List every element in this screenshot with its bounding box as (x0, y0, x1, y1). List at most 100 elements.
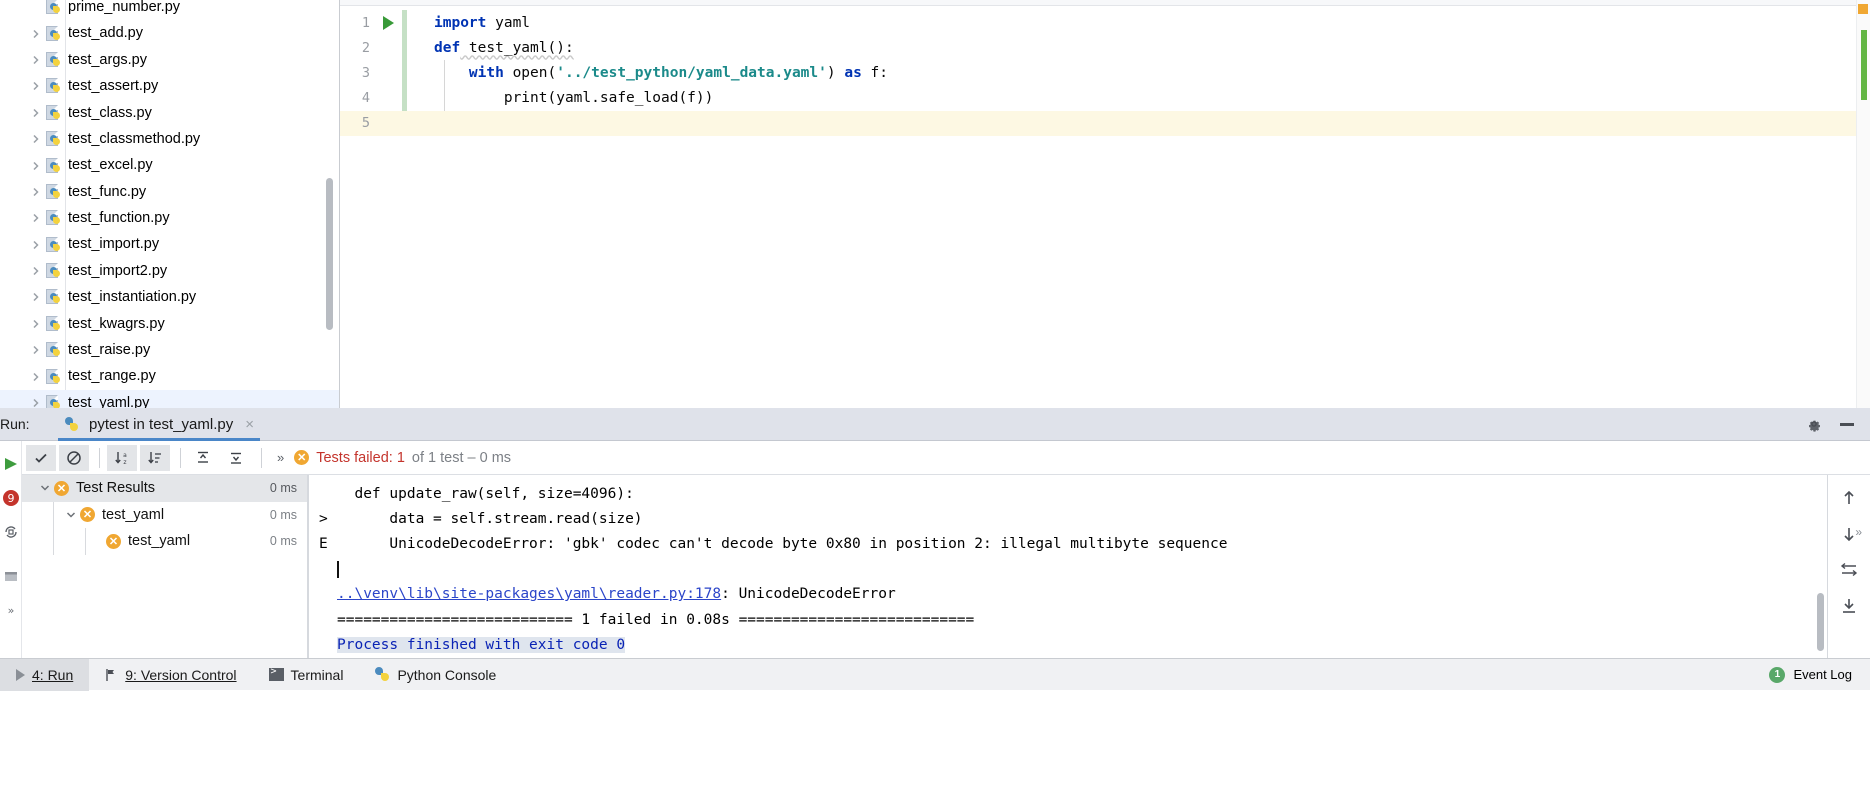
project-tree-scrollbar[interactable] (326, 178, 333, 330)
show-ignored-button[interactable] (59, 444, 89, 471)
status-bar: 4: Run 9: Version Control Terminal Pytho… (0, 658, 1870, 691)
tree-item-test_import-py[interactable]: test_import.py (0, 232, 339, 258)
tree-item-test_excel-py[interactable]: test_excel.py (0, 152, 339, 178)
expand-all-button[interactable] (188, 445, 218, 471)
toggle-auto-test-icon[interactable] (2, 523, 20, 541)
console-line: E UnicodeDecodeError: 'gbk' codec can't … (309, 531, 1827, 556)
chevron-right-icon[interactable] (28, 158, 44, 174)
tree-item-test_class-py[interactable]: test_class.py (0, 100, 339, 126)
rerun-failed-tests-icon[interactable]: 9 (2, 489, 20, 507)
fold-bar (402, 35, 428, 60)
rerun-icon[interactable] (2, 455, 20, 473)
collapse-all-button[interactable] (221, 445, 251, 471)
tree-item-test_add-py[interactable]: test_add.py (0, 20, 339, 46)
chevron-right-icon[interactable] (28, 184, 44, 200)
svg-text:z: z (123, 459, 126, 466)
tree-item-prime_number-py[interactable]: prime_number.py (0, 0, 339, 20)
chevron-right-icon[interactable] (28, 395, 44, 408)
chevron-right-icon[interactable] (28, 289, 44, 305)
project-tree-panel[interactable]: prime_number.py test_add.py test_args.py te… (0, 0, 340, 408)
run-configuration-tab[interactable]: pytest in test_yaml.py × (50, 408, 264, 441)
tree-item-test_yaml-py[interactable]: test_yaml.py (0, 389, 339, 408)
editor-marker-bar[interactable] (1856, 0, 1870, 408)
test-output-console[interactable]: def update_raw(self, size=4096): > data =… (308, 475, 1828, 658)
settings-gear-icon[interactable] (1806, 416, 1822, 432)
show-passed-button[interactable] (26, 444, 56, 471)
code-editor[interactable]: 1 import yaml 2 def test_yaml(): 3 with … (340, 0, 1870, 408)
test-rows-container: ✕ Test Results 0 ms ✕ test_yaml 0 ms ✕ test_yam… (22, 475, 307, 555)
tree-item-label: test_func.py (68, 183, 147, 200)
warning-marker-icon[interactable] (1858, 4, 1868, 14)
python-file-icon (46, 131, 62, 147)
soft-wrap-icon[interactable] (1838, 559, 1860, 581)
status-bar-item-run[interactable]: 4: Run (0, 658, 90, 691)
prev-occurrence-icon[interactable] (1838, 487, 1860, 509)
console-file-link[interactable]: ..\venv\lib\site-packages\yaml\reader.py… (337, 586, 721, 602)
tree-item-test_func-py[interactable]: test_func.py (0, 179, 339, 205)
scroll-to-end-icon[interactable] (1838, 595, 1860, 617)
test-tree-row[interactable]: ✕ test_yaml 0 ms (22, 528, 307, 555)
status-bar-item-terminal[interactable]: Terminal (253, 659, 360, 691)
chevron-right-icon (28, 0, 44, 15)
console-text: def update_raw(self, size=4096): (337, 485, 634, 502)
console-line: ..\venv\lib\site-packages\yaml\reader.py… (309, 582, 1827, 607)
python-file-icon (46, 263, 62, 279)
editor-code-area[interactable]: 1 import yaml 2 def test_yaml(): 3 with … (340, 10, 1870, 408)
line-number: 2 (361, 39, 370, 56)
code-line[interactable]: 1 import yaml (340, 10, 1870, 35)
chevron-right-icon[interactable] (28, 369, 44, 385)
test-duration-label: 0 ms (269, 507, 297, 522)
chevron-right-icon[interactable] (28, 316, 44, 332)
expand-collapse-icon[interactable]: » (1855, 525, 1862, 539)
tree-item-test_range-py[interactable]: test_range.py (0, 363, 339, 389)
chevron-right-icon[interactable] (28, 131, 44, 147)
tests-total-label: of 1 test – 0 ms (411, 449, 512, 466)
export-test-results-icon[interactable] (2, 567, 20, 585)
run-tool-window: Run: pytest in test_yaml.py × 9 » a z » … (0, 408, 1870, 658)
sort-by-duration-button[interactable] (140, 444, 170, 471)
test-failed-icon: ✕ (106, 533, 121, 549)
event-log-label[interactable]: Event Log (1793, 667, 1852, 682)
chevron-down-icon[interactable] (62, 510, 80, 520)
test-tree-row[interactable]: ✕ test_yaml 0 ms (22, 502, 307, 529)
chevron-down-icon[interactable] (36, 483, 54, 493)
code-line-current[interactable]: 5 (340, 110, 1870, 136)
code-line[interactable]: 3 with open('../test_python/yaml_data.ya… (340, 60, 1870, 85)
tree-item-test_kwagrs-py[interactable]: test_kwagrs.py (0, 311, 339, 337)
tree-item-test_assert-py[interactable]: test_assert.py (0, 73, 339, 99)
status-bar-run-label: 4: Run (32, 666, 74, 683)
status-bar-item-version-control[interactable]: 9: Version Control (89, 659, 252, 691)
run-triangle-icon[interactable] (374, 15, 402, 30)
chevron-right-icon[interactable] (28, 105, 44, 121)
console-text: =========================== 1 failed in … (337, 611, 975, 628)
code-line[interactable]: 4 print(yaml.safe_load(f)) (340, 86, 1870, 111)
tree-item-test_import2-py[interactable]: test_import2.py (0, 258, 339, 284)
status-bar-item-python-console[interactable]: Python Console (359, 659, 512, 691)
chevron-right-icon[interactable] (28, 78, 44, 94)
toolbar-overflow-icon[interactable]: » (269, 450, 292, 465)
string-path: ../test_python/yaml_data.yaml (564, 64, 819, 81)
hide-window-icon[interactable] (1840, 422, 1854, 426)
code-line[interactable]: 2 def test_yaml(): (340, 35, 1870, 60)
chevron-right-icon[interactable] (28, 52, 44, 68)
chevron-right-icon[interactable] (28, 342, 44, 358)
tree-item-test_classmethod-py[interactable]: test_classmethod.py (0, 126, 339, 152)
status-bar-python-console-label: Python Console (397, 666, 497, 683)
python-file-icon (46, 315, 62, 332)
tree-item-test_instantiation-py[interactable]: test_instantiation.py (0, 284, 339, 310)
tree-item-test_function-py[interactable]: test_function.py (0, 205, 339, 231)
run-window-header: Run: pytest in test_yaml.py × (0, 408, 1870, 441)
test-duration-label: 0 ms (269, 481, 297, 496)
more-actions-icon[interactable]: » (2, 601, 20, 619)
test-results-tree[interactable]: ✕ Test Results 0 ms ✕ test_yaml 0 ms ✕ test_yam… (22, 475, 308, 658)
chevron-right-icon[interactable] (28, 26, 44, 42)
chevron-right-icon[interactable] (28, 237, 44, 253)
close-icon[interactable]: × (245, 416, 254, 433)
test-tree-row[interactable]: ✕ Test Results 0 ms (22, 475, 307, 502)
tree-item-test_args-py[interactable]: test_args.py (0, 47, 339, 73)
chevron-right-icon[interactable] (28, 210, 44, 226)
chevron-right-icon[interactable] (28, 263, 44, 279)
console-scrollbar[interactable] (1817, 593, 1824, 651)
sort-az-button[interactable]: az (107, 444, 137, 471)
tree-item-test_raise-py[interactable]: test_raise.py (0, 337, 339, 363)
